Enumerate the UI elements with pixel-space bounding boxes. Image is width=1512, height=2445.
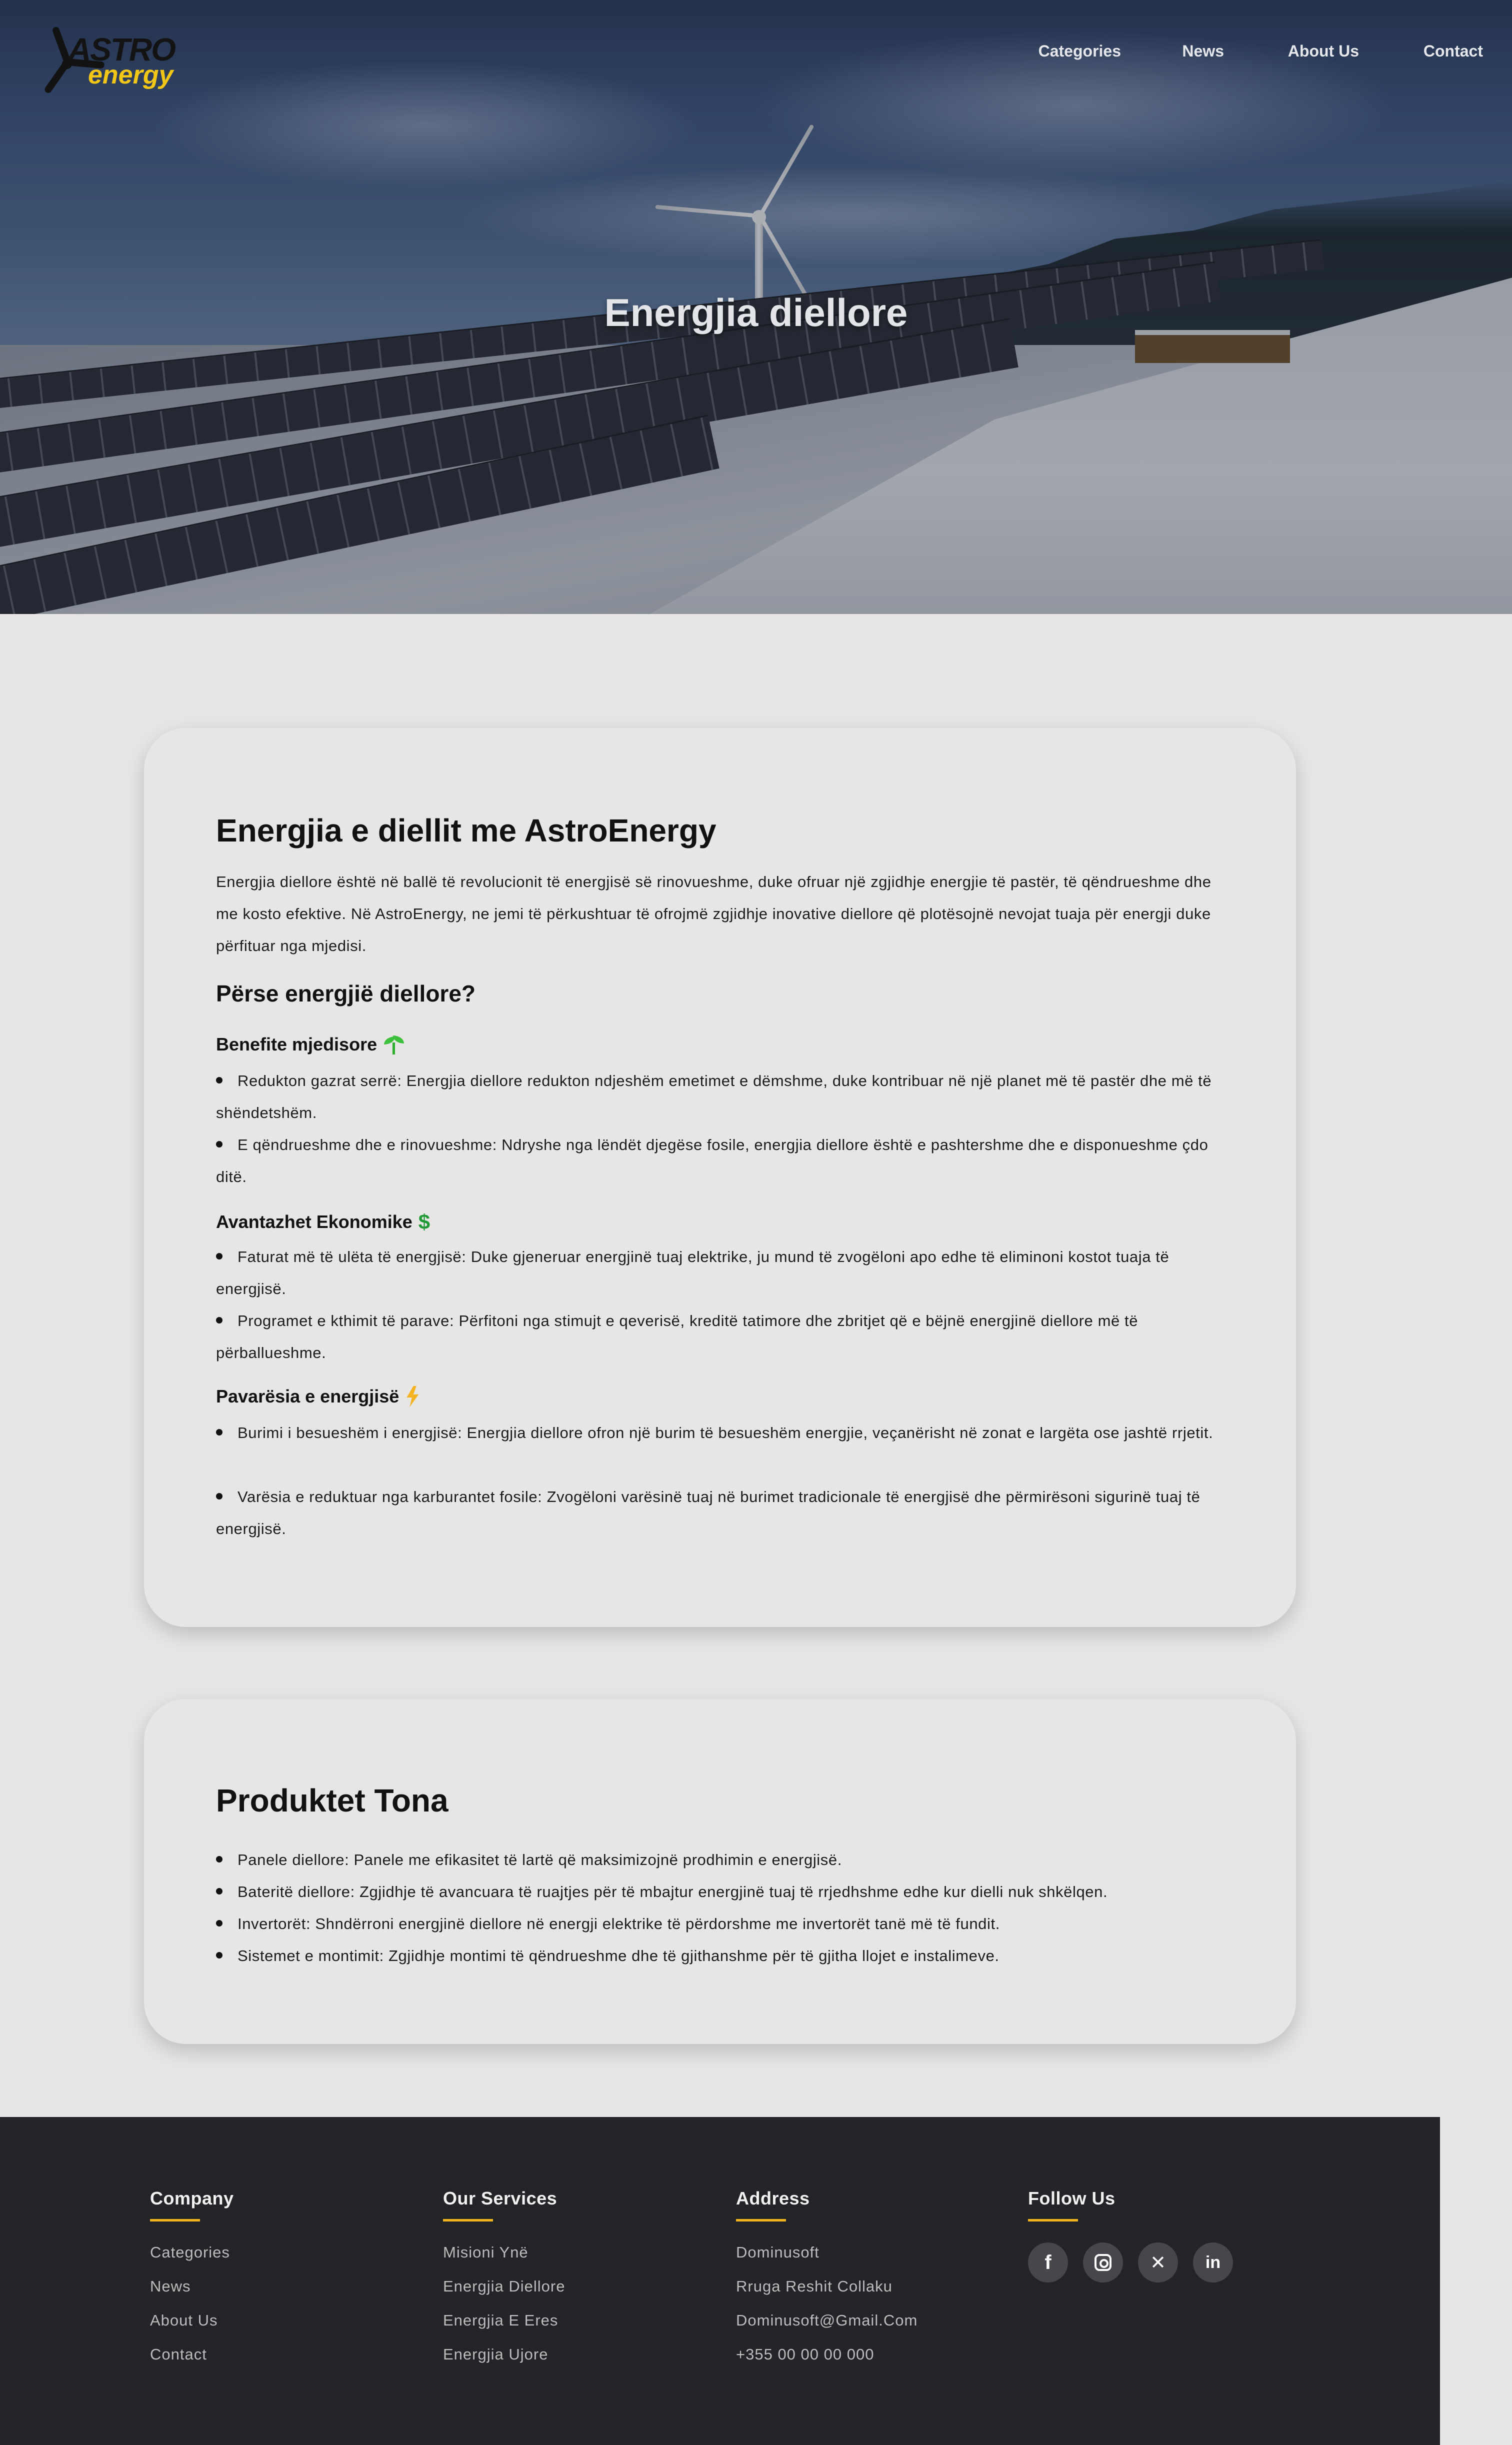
sprout-icon	[383, 1034, 404, 1054]
why-solar-title: Përse energjië diellore?	[216, 980, 476, 1006]
nav-link-news[interactable]: News	[1182, 42, 1224, 60]
footer-link-solar-energy[interactable]: Energjia Diellore	[443, 2276, 723, 2310]
logo-text-energy: energy	[88, 60, 174, 90]
facebook-icon[interactable]: f	[1028, 2242, 1068, 2282]
footer-column-company: Company Categories News About Us Contact	[150, 2188, 430, 2378]
list-item: Redukton gazrat serrë: Energjia diellore…	[216, 1072, 1212, 1122]
footer-link-wind-energy[interactable]: Energjia E Eres	[443, 2310, 723, 2344]
footer-heading: Follow Us	[1028, 2188, 1116, 2208]
list-item: Sistemet e montimit: Zgjidhje montimi të…	[216, 1940, 1231, 1972]
footer-column-services: Our Services Misioni Ynë Energjia Diello…	[443, 2188, 723, 2378]
products-title: Produktet Tona	[216, 1782, 448, 1818]
footer-heading: Address	[736, 2188, 810, 2208]
list-item: Faturat më të ulëta të energjisë: Duke g…	[216, 1248, 1170, 1298]
nav-link-contact[interactable]: Contact	[1424, 42, 1483, 60]
intro-title: Energjia e diellit me AstroEnergy	[216, 812, 716, 848]
astro-energy-logo[interactable]: ASTRO energy	[14, 14, 176, 94]
address-street: Rruga Reshit Collaku	[736, 2278, 892, 2295]
heading-underline	[150, 2219, 200, 2222]
footer-link-hydro-energy[interactable]: Energjia Ujore	[443, 2344, 723, 2378]
intro-lead: Energjia diellore është në ballë të revo…	[216, 873, 1212, 954]
footer-heading: Our Services	[443, 2188, 558, 2208]
footer-link-about-us[interactable]: About Us	[150, 2310, 430, 2344]
intro-card: Energjia e diellit me AstroEnergy Energj…	[144, 728, 1296, 1627]
footer-column-address: Address Dominusoft Rruga Reshit Collaku …	[736, 2188, 1016, 2378]
social-links: f ✕ in	[1028, 2242, 1308, 2282]
list-item: Programet e kthimit të parave: Përfitoni…	[216, 1312, 1138, 1362]
list-item: Varësia e reduktuar nga karburantet fosi…	[216, 1488, 1200, 1538]
footer-column-follow: Follow Us f ✕ in	[1028, 2188, 1308, 2282]
linkedin-icon[interactable]: in	[1193, 2242, 1233, 2282]
hero-title: Energjia diellore	[604, 290, 908, 334]
section-heading-economic: Avantazhet Ekonomike $	[216, 1210, 430, 1234]
heading-underline	[443, 2219, 493, 2222]
nav-link-categories[interactable]: Categories	[1038, 42, 1121, 60]
nav-link-about-us[interactable]: About Us	[1288, 42, 1359, 60]
address-company: Dominusoft	[736, 2244, 820, 2261]
lightning-icon	[406, 1386, 419, 1407]
footer-link-contact[interactable]: Contact	[150, 2344, 430, 2378]
footer-link-news[interactable]: News	[150, 2276, 430, 2310]
heading-underline	[1028, 2219, 1078, 2222]
list-item: Panele diellore: Panele me efikasitet të…	[216, 1844, 1231, 1876]
list-item: E qëndrueshme dhe e rinovueshme: Ndryshe…	[216, 1136, 1208, 1186]
address-phone[interactable]: +355 00 00 00 000	[736, 2344, 1016, 2378]
section-heading-independence: Pavarësia e energjisë	[216, 1386, 420, 1407]
instagram-icon[interactable]	[1083, 2242, 1123, 2282]
list-item: Burimi i besueshëm i energjisë: Energjia…	[216, 1417, 1231, 1449]
heading-underline	[736, 2219, 786, 2222]
address-email[interactable]: Dominusoft@Gmail.Com	[736, 2310, 1016, 2344]
dollar-icon: $	[418, 1210, 430, 1234]
site-footer: Company Categories News About Us Contact…	[0, 2117, 1440, 2445]
footer-link-categories[interactable]: Categories	[150, 2242, 430, 2276]
footer-link-mission[interactable]: Misioni Ynë	[443, 2242, 723, 2276]
list-item: Invertorët: Shndërroni energjinë diellor…	[216, 1908, 1231, 1940]
products-card: Produktet Tona Panele diellore: Panele m…	[144, 1699, 1296, 2044]
list-item: Bateritë diellore: Zgjidhje të avancuara…	[216, 1876, 1231, 1908]
x-icon[interactable]: ✕	[1138, 2242, 1178, 2282]
hero-banner: Energjia diellore ASTRO energy Categorie…	[0, 0, 1512, 614]
footer-heading: Company	[150, 2188, 234, 2208]
section-heading-environment: Benefite mjedisore	[216, 1034, 404, 1055]
